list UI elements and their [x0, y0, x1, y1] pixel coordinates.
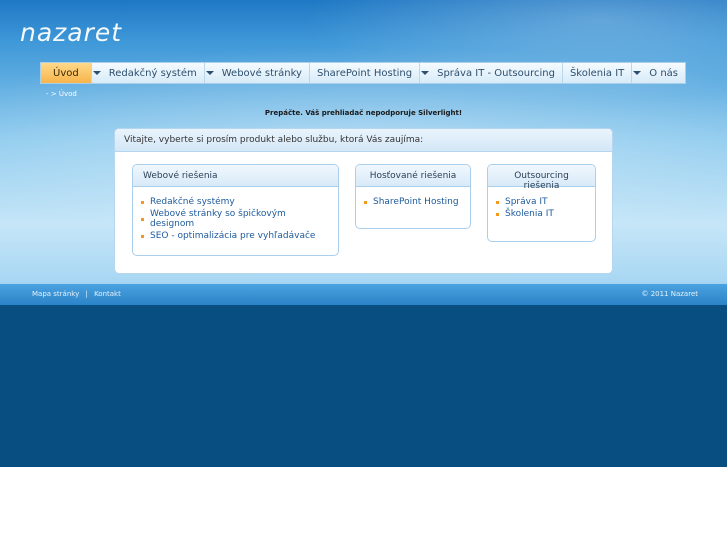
bullet-icon	[496, 200, 499, 204]
link-sprava-it[interactable]: Správa IT	[505, 197, 548, 207]
list-item[interactable]: SharePoint Hosting	[364, 197, 462, 207]
bullet-icon	[496, 212, 499, 216]
bullet-icon	[141, 234, 144, 238]
card-outsourcing-solutions: Outsourcing riešenia Správa IT Školenia …	[487, 164, 596, 242]
panel-header: Vitajte, vyberte si prosím produkt alebo…	[115, 129, 612, 152]
card-title: Webové riešenia	[133, 165, 338, 187]
link-sharepoint-hosting[interactable]: SharePoint Hosting	[373, 197, 459, 207]
main-navigation: Úvod Redakčný systém Webové stránky Shar…	[40, 62, 686, 84]
nav-item-skolenia-it[interactable]: Školenia IT	[563, 63, 633, 83]
bullet-icon	[364, 200, 367, 204]
card-web-solutions: Webové riešenia Redakčné systémy Webové …	[132, 164, 339, 256]
footer-link-sitemap[interactable]: Mapa stránky	[32, 290, 79, 298]
nav-item-sharepoint-hosting[interactable]: SharePoint Hosting	[310, 63, 421, 83]
site-logo[interactable]: nazaret	[20, 18, 122, 47]
chevron-down-icon[interactable]	[92, 63, 102, 83]
link-redakcne-systemy[interactable]: Redakčné systémy	[150, 197, 235, 207]
card-hosted-solutions: Hosťované riešenia SharePoint Hosting	[355, 164, 471, 229]
card-title: Hosťované riešenia	[356, 165, 470, 187]
chevron-down-icon[interactable]	[205, 63, 215, 83]
bullet-icon	[141, 217, 144, 221]
link-skolenia-it[interactable]: Školenia IT	[505, 209, 554, 219]
link-seo[interactable]: SEO - optimalizácia pre vyhľadávače	[150, 231, 315, 241]
list-item[interactable]: Školenia IT	[496, 209, 587, 219]
nav-item-webove-stranky[interactable]: Webové stránky	[215, 63, 310, 83]
chevron-down-icon[interactable]	[632, 63, 642, 83]
product-panel: Vitajte, vyberte si prosím produkt alebo…	[114, 128, 613, 274]
nav-item-uvod[interactable]: Úvod	[41, 63, 92, 83]
footer-bar: Mapa stránky | Kontakt © 2011 Nazaret	[0, 284, 727, 305]
list-item[interactable]: SEO - optimalizácia pre vyhľadávače	[141, 231, 330, 241]
page-background: nazaret Úvod Redakčný systém Webové strá…	[0, 0, 727, 467]
list-item[interactable]: Správa IT	[496, 197, 587, 207]
chevron-down-icon[interactable]	[420, 63, 430, 83]
list-item[interactable]: Webové stránky so špičkovým designom	[141, 209, 330, 229]
nav-item-redakcny-system[interactable]: Redakčný systém	[102, 63, 205, 83]
footer-separator: |	[85, 290, 88, 298]
lower-background	[0, 305, 727, 467]
breadcrumb[interactable]: - > Úvod	[46, 90, 77, 98]
silverlight-notice: Prepáčte. Váš prehliadač nepodporuje Sil…	[264, 109, 463, 117]
nav-item-o-nas[interactable]: O nás	[642, 63, 685, 83]
copyright: © 2011 Nazaret	[641, 290, 698, 298]
footer-link-contact[interactable]: Kontakt	[94, 290, 121, 298]
list-item[interactable]: Redakčné systémy	[141, 197, 330, 207]
bullet-icon	[141, 200, 144, 204]
card-title: Outsourcing riešenia	[488, 165, 595, 191]
nav-item-sprava-it[interactable]: Správa IT - Outsourcing	[430, 63, 563, 83]
footer-links: Mapa stránky | Kontakt	[32, 290, 125, 298]
link-webove-stranky[interactable]: Webové stránky so špičkovým designom	[150, 209, 330, 229]
